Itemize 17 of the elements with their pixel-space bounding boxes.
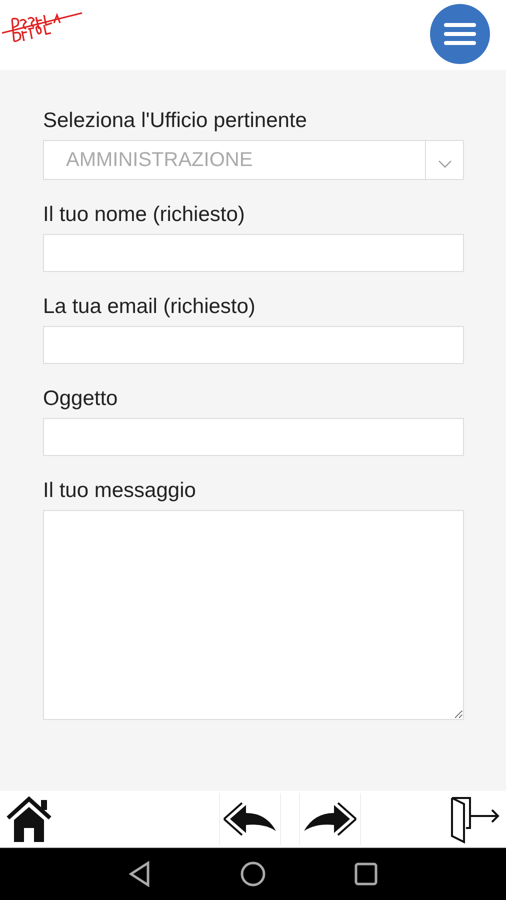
office-select[interactable]: AMMINISTRAZIONE bbox=[43, 140, 464, 180]
recents-icon[interactable] bbox=[354, 862, 378, 886]
menu-icon bbox=[443, 22, 477, 46]
field-label: La tua email (richiesto) bbox=[43, 294, 256, 320]
field-label: Seleziona l'Ufficio pertinente bbox=[43, 108, 308, 134]
back-icon[interactable] bbox=[128, 861, 152, 887]
input-field[interactable] bbox=[43, 326, 464, 364]
input-field[interactable] bbox=[43, 234, 464, 272]
input-field[interactable] bbox=[43, 418, 464, 456]
exit-door-icon[interactable] bbox=[448, 794, 502, 844]
chevron-down-icon bbox=[438, 160, 452, 168]
field-label: Il tuo nome (richiesto) bbox=[43, 202, 246, 228]
message-field[interactable] bbox=[43, 510, 464, 720]
home-icon[interactable] bbox=[4, 794, 54, 844]
home-circle-icon[interactable] bbox=[240, 861, 266, 887]
field-label: Oggetto bbox=[43, 386, 119, 412]
field-label: Il tuo messaggio bbox=[43, 478, 197, 504]
